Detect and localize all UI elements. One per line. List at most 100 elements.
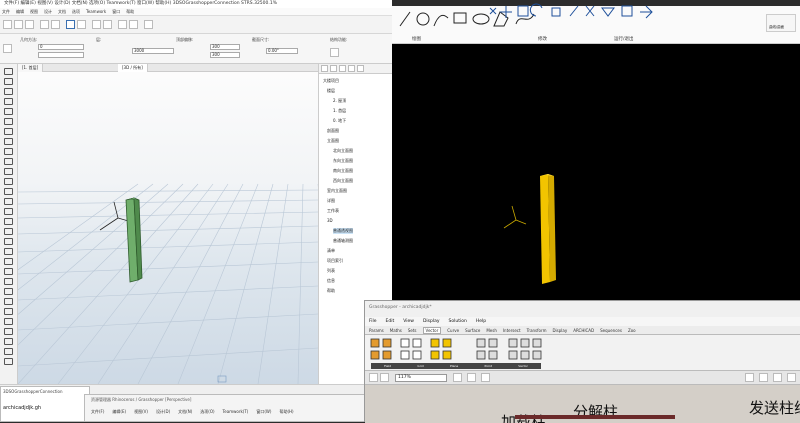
morph-tool-icon[interactable] xyxy=(4,218,13,225)
secondary-menu-file[interactable]: 文件(F) xyxy=(91,409,104,415)
hotspot-tool-icon[interactable] xyxy=(4,308,13,315)
group-icon[interactable] xyxy=(621,5,633,17)
rhino-right-tool[interactable]: 曲线/曲面 xyxy=(766,14,796,32)
secondary-menu-options[interactable]: 选项(O) xyxy=(200,409,214,415)
secondary-menu-help[interactable]: 帮助(H) xyxy=(279,409,293,415)
nav-story-2[interactable]: 2. 屋顶 xyxy=(333,98,346,104)
project-map-icon[interactable] xyxy=(321,65,328,72)
window-tool-icon[interactable] xyxy=(4,178,13,185)
vector-icon-1[interactable] xyxy=(508,338,518,348)
layout-book-icon[interactable] xyxy=(339,65,346,72)
gh-canvas[interactable]: 加载柱 分解柱 发送柱线 xyxy=(365,385,800,423)
plane-icon-2[interactable] xyxy=(442,338,452,348)
zoom-icon[interactable] xyxy=(118,20,127,29)
mirror-icon[interactable] xyxy=(601,7,615,17)
roof-tool-icon[interactable] xyxy=(4,118,13,125)
gh-tab-maths[interactable]: Maths xyxy=(390,328,402,333)
secondary-menu-edit[interactable]: 编辑(E) xyxy=(112,409,126,415)
secondary-menu-view[interactable]: 视图(V) xyxy=(134,409,148,415)
nav-elevations[interactable]: 立面图 xyxy=(327,138,339,144)
3d-viewport[interactable] xyxy=(18,72,318,384)
extend-icon[interactable] xyxy=(569,5,579,17)
field-icon-4[interactable] xyxy=(382,350,392,360)
arrow-select-icon[interactable] xyxy=(66,20,75,29)
base-offset-field[interactable]: 0 xyxy=(38,44,84,50)
vector-icon-6[interactable] xyxy=(532,350,542,360)
text-tool-icon[interactable] xyxy=(4,238,13,245)
field-icon-2[interactable] xyxy=(382,338,392,348)
grid-icon-3[interactable] xyxy=(400,350,410,360)
slab-tool-icon[interactable] xyxy=(4,108,13,115)
grid-icon-4[interactable] xyxy=(412,350,422,360)
curtain-wall-tool-icon[interactable] xyxy=(4,158,13,165)
secondary-menu-design[interactable]: 设计(D) xyxy=(156,409,170,415)
rectangle-icon[interactable] xyxy=(453,12,467,24)
gh-node-send-column-line[interactable]: 发送柱线 xyxy=(749,397,800,418)
plane-icon-3[interactable] xyxy=(430,350,440,360)
nav-project[interactable]: 大楼项目 xyxy=(323,78,339,84)
nav-3d[interactable]: 3D xyxy=(327,218,333,223)
nav-info[interactable]: 信息 xyxy=(327,278,335,284)
gh-file-name[interactable]: archicadjdjk.gh xyxy=(3,405,41,411)
plane-icon-4[interactable] xyxy=(442,350,452,360)
fill-tool-icon[interactable] xyxy=(4,258,13,265)
orbit-icon[interactable] xyxy=(144,20,153,29)
guide-icon[interactable] xyxy=(103,20,112,29)
menu-window[interactable]: 窗口 xyxy=(112,9,120,15)
gh-tab-vector[interactable]: Vector xyxy=(422,326,442,334)
gh-save-icon[interactable] xyxy=(380,373,389,382)
publisher-icon[interactable] xyxy=(348,65,355,72)
dimension-tool-icon[interactable] xyxy=(4,228,13,235)
trim-icon[interactable] xyxy=(489,7,497,15)
gh-tab-sets[interactable]: Sets xyxy=(408,328,417,333)
gh-tab-surface[interactable]: Surface xyxy=(465,328,480,333)
new-file-icon[interactable] xyxy=(3,20,12,29)
depth-field[interactable]: 300 xyxy=(210,52,240,58)
gh-sketch-icon[interactable] xyxy=(453,373,462,382)
arc-icon[interactable] xyxy=(433,14,449,27)
menu-view[interactable]: 视图 xyxy=(30,9,38,15)
rhino-column[interactable] xyxy=(540,174,556,284)
total-height-field[interactable]: 3000 xyxy=(132,48,174,54)
circle-icon[interactable] xyxy=(416,12,430,26)
stair-tool-icon[interactable] xyxy=(4,138,13,145)
width-field[interactable]: 300 xyxy=(210,44,240,50)
label-tool-icon[interactable] xyxy=(4,248,13,255)
nav-help[interactable]: 帮助 xyxy=(327,288,335,294)
nav-details[interactable]: 详图 xyxy=(327,198,335,204)
save-icon[interactable] xyxy=(25,20,34,29)
figure-tool-icon[interactable] xyxy=(4,318,13,325)
nav-project-indexes[interactable]: 项目索引 xyxy=(327,258,343,264)
nav-elev-s[interactable]: 南向立面图 xyxy=(333,168,353,174)
detail-tool-icon[interactable] xyxy=(4,358,13,365)
mesh-tool-icon[interactable] xyxy=(4,208,13,215)
column-tool-icon[interactable] xyxy=(4,88,13,95)
spline-tool-icon[interactable] xyxy=(4,298,13,305)
point-icon-2[interactable] xyxy=(488,338,498,348)
nav-schedules[interactable]: 清单 xyxy=(327,248,335,254)
gh-menu-help[interactable]: Help xyxy=(476,319,486,324)
point-icon-3[interactable] xyxy=(476,350,486,360)
line-icon[interactable] xyxy=(399,11,411,27)
tab-floor-plan[interactable]: [1. 首层] xyxy=(18,64,44,72)
elevation-tool-icon[interactable] xyxy=(4,348,13,355)
gh-tab-curve[interactable]: Curve xyxy=(447,328,459,333)
beam-tool-icon[interactable] xyxy=(4,98,13,105)
redo-icon[interactable] xyxy=(51,20,60,29)
menu-options[interactable]: 选项 xyxy=(72,9,80,15)
wall-tool-icon[interactable] xyxy=(4,78,13,85)
grid-icon-1[interactable] xyxy=(400,338,410,348)
gh-preview-wire-icon[interactable] xyxy=(759,373,768,382)
view-map-icon[interactable] xyxy=(330,65,337,72)
gh-menu-file[interactable]: File xyxy=(369,319,377,324)
point-icon-1[interactable] xyxy=(476,338,486,348)
angle-field[interactable]: 0.00° xyxy=(266,48,298,54)
gh-preview-icon[interactable] xyxy=(467,373,476,382)
height-field[interactable] xyxy=(38,52,84,58)
railing-tool-icon[interactable] xyxy=(4,148,13,155)
vector-icon-5[interactable] xyxy=(520,350,530,360)
gh-preview-shaded-icon[interactable] xyxy=(745,373,754,382)
menu-document[interactable]: 文档 xyxy=(58,9,66,15)
gh-tab-intersect[interactable]: Intersect xyxy=(503,328,521,333)
vector-icon-3[interactable] xyxy=(532,338,542,348)
